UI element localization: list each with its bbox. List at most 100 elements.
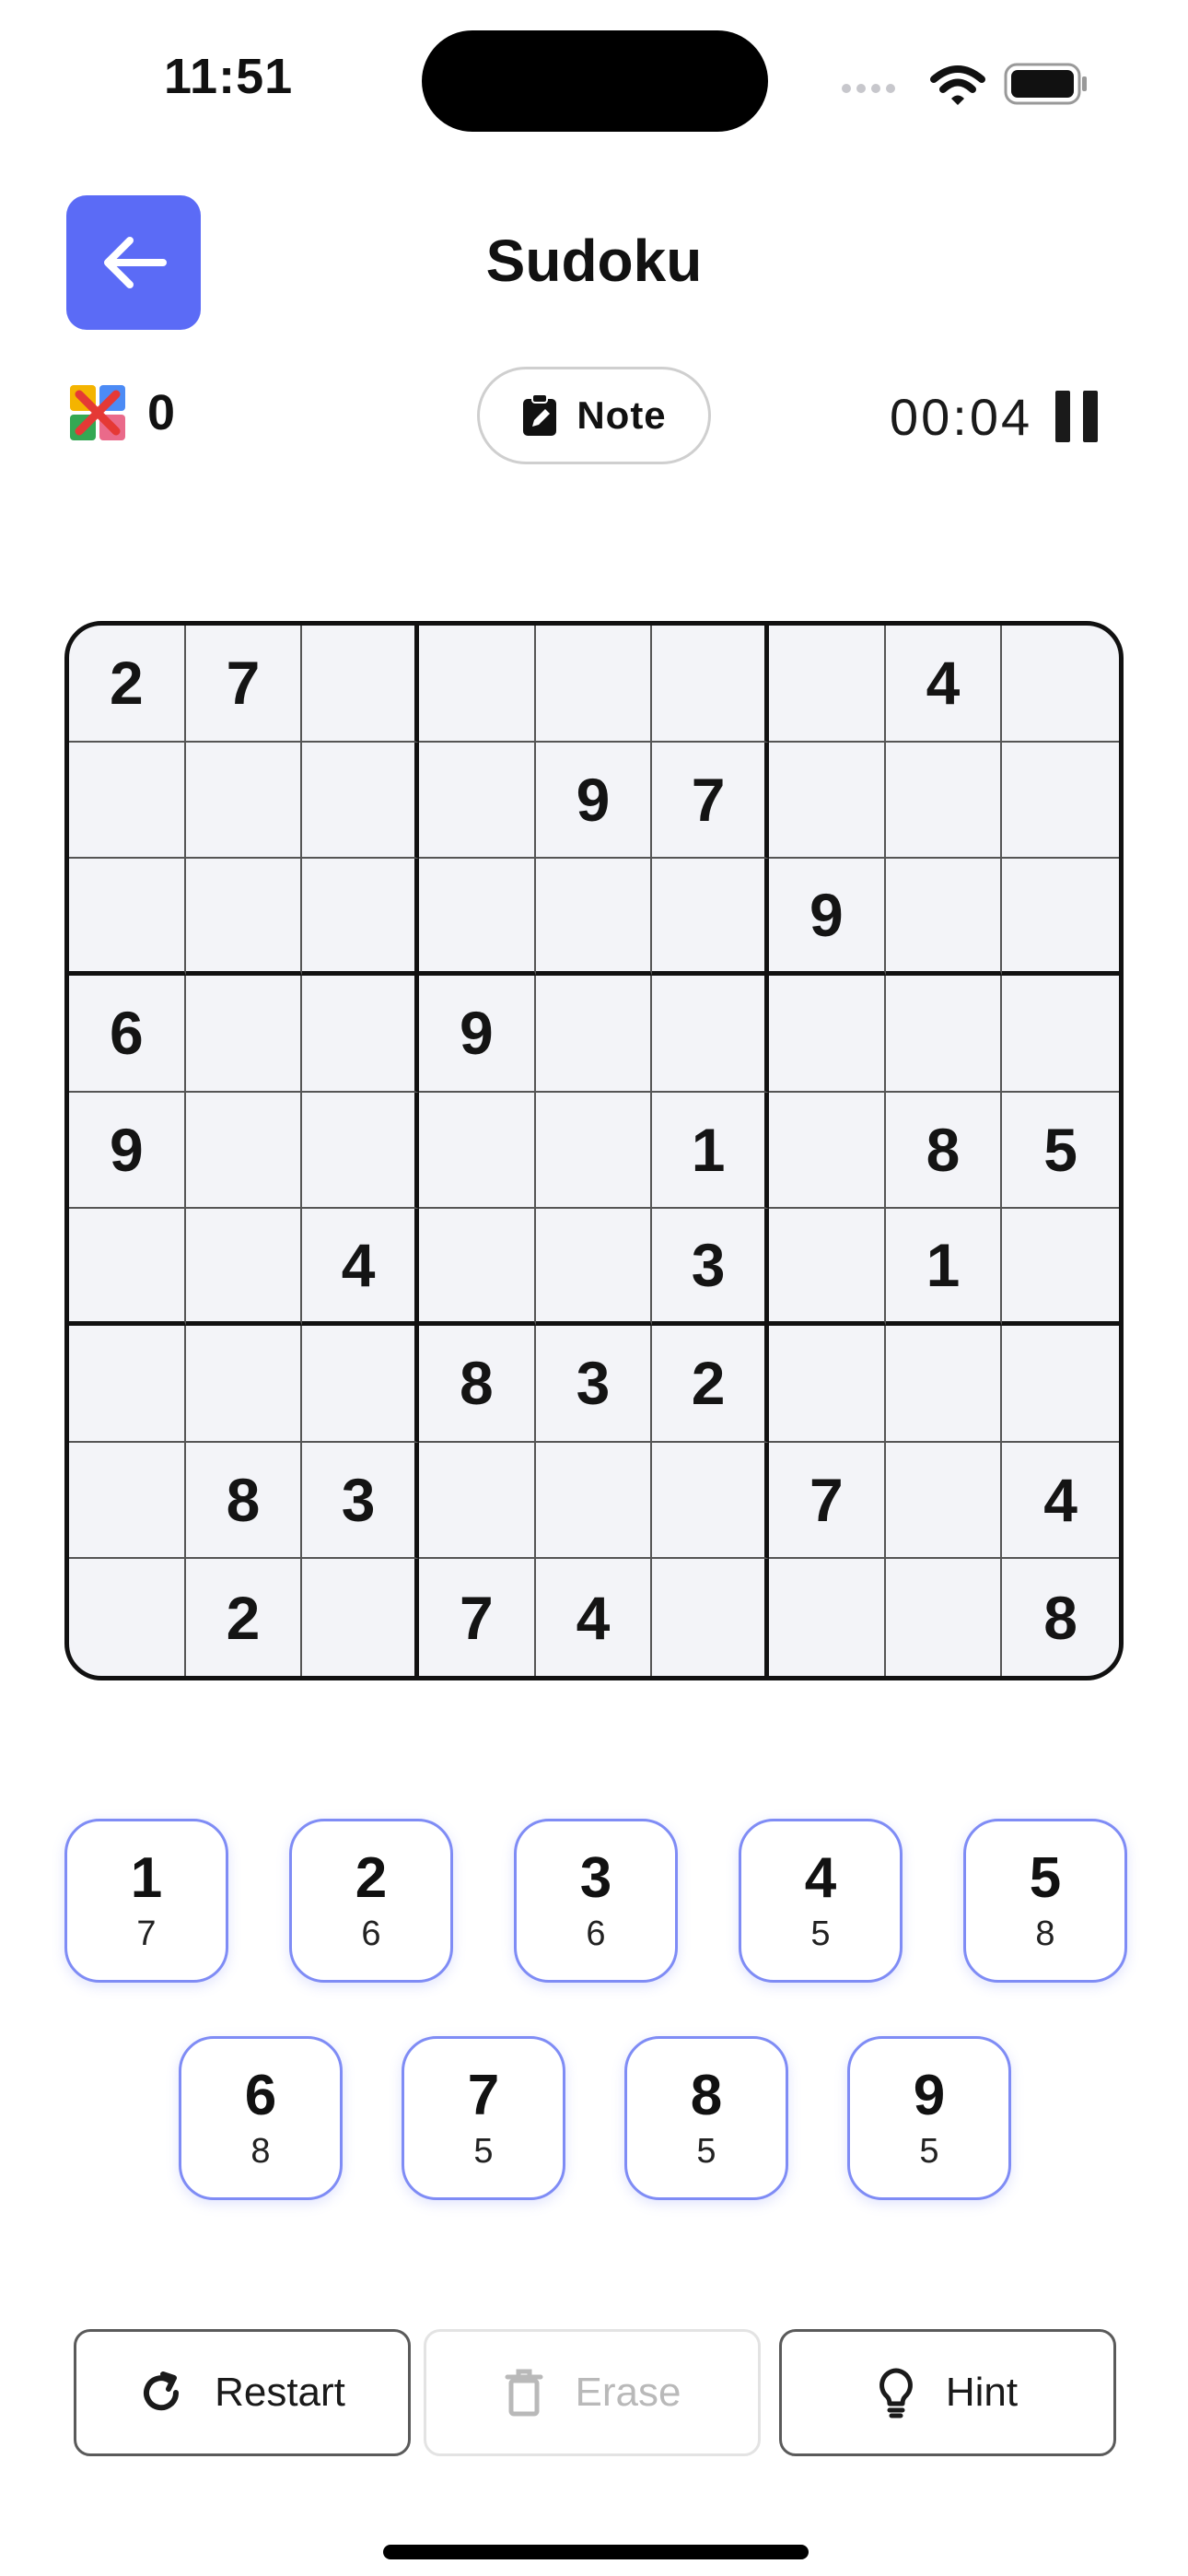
board-cell[interactable] [69,1325,186,1443]
restart-button[interactable]: Restart [74,2329,411,2456]
board-cell[interactable]: 7 [185,626,303,743]
board-cell[interactable]: 8 [1002,1559,1119,1676]
board-cell[interactable] [885,742,1003,860]
board-cell[interactable]: 9 [535,742,653,860]
board-cell[interactable] [768,742,886,860]
number-button-9[interactable]: 95 [847,2036,1011,2200]
board-cell[interactable] [69,742,186,860]
board-cell[interactable] [302,975,419,1093]
board-cell[interactable] [302,1559,419,1676]
board-cell[interactable]: 7 [652,742,769,860]
board-cell[interactable]: 1 [652,1092,769,1210]
board-cell[interactable] [69,1209,186,1326]
board-cell[interactable] [768,975,886,1093]
board-cell[interactable] [185,859,303,976]
erase-button[interactable]: Erase [424,2329,761,2456]
board-cell[interactable] [418,1209,536,1326]
board-cell[interactable] [769,1559,886,1676]
board-cell[interactable] [886,1559,1003,1676]
board-cell[interactable] [768,1325,886,1443]
board-cell[interactable]: 9 [418,975,536,1093]
status-time: 11:51 [164,49,294,104]
board-cell[interactable] [1002,1209,1119,1326]
board-cell[interactable] [69,1559,186,1676]
board-cell[interactable] [885,975,1003,1093]
board-cell[interactable]: 7 [419,1559,536,1676]
board-cell[interactable] [535,1209,653,1326]
board-cell[interactable] [885,859,1003,976]
number-button-4[interactable]: 45 [739,1819,903,1983]
number-button-8[interactable]: 85 [624,2036,788,2200]
board-cell[interactable] [302,1325,419,1443]
board-cell[interactable]: 8 [418,1325,536,1443]
board-cell[interactable] [652,975,769,1093]
number-digit: 4 [804,1846,837,1910]
board-cell[interactable] [185,1209,303,1326]
number-remaining-count: 5 [810,1914,831,1953]
board-cell[interactable] [535,626,653,743]
board-cell[interactable] [768,626,886,743]
board-cell[interactable]: 3 [535,1325,653,1443]
board-cell[interactable] [768,1092,886,1210]
board-cell[interactable]: 8 [885,1092,1003,1210]
pause-button[interactable] [1055,391,1101,442]
board-cell[interactable]: 5 [1002,1093,1119,1210]
board-cell[interactable] [418,859,536,976]
board-cell[interactable]: 2 [652,1325,769,1443]
board-cell[interactable]: 4 [536,1559,653,1676]
board-cell[interactable] [1002,976,1119,1093]
board-cell[interactable] [302,626,419,743]
hint-button[interactable]: Hint [779,2329,1116,2456]
board-cell[interactable]: 8 [185,1442,303,1560]
number-button-5[interactable]: 58 [963,1819,1127,1983]
board-cell[interactable] [768,1209,886,1326]
board-cell[interactable] [418,1442,536,1560]
board-cell[interactable]: 4 [302,1209,419,1326]
wifi-icon [930,65,985,105]
board-cell[interactable] [1002,743,1119,860]
board-cell[interactable] [418,1092,536,1210]
board-cell[interactable] [185,742,303,860]
board-cell[interactable] [652,859,769,976]
board-cell[interactable] [302,742,419,860]
board-cell[interactable] [185,975,303,1093]
board-cell[interactable] [535,1092,653,1210]
number-button-3[interactable]: 36 [514,1819,678,1983]
number-button-6[interactable]: 68 [179,2036,343,2200]
board-cell[interactable] [652,1442,769,1560]
board-cell[interactable] [1002,626,1119,743]
board-cell[interactable]: 7 [768,1442,886,1560]
board-cell[interactable]: 1 [885,1209,1003,1326]
board-cell[interactable] [1002,1326,1119,1443]
board-cell[interactable] [885,1325,1003,1443]
board-cell[interactable]: 6 [69,975,186,1093]
board-cell[interactable] [302,859,419,976]
number-button-1[interactable]: 17 [64,1819,228,1983]
board-cell[interactable] [652,1559,769,1676]
board-cell[interactable]: 2 [69,626,186,743]
board-cell[interactable] [535,1442,653,1560]
number-button-2[interactable]: 26 [289,1819,453,1983]
board-cell[interactable]: 3 [652,1209,769,1326]
board-cell[interactable] [418,626,536,743]
board-cell[interactable] [1002,859,1119,976]
board-cell[interactable]: 9 [768,859,886,976]
board-cell[interactable] [535,975,653,1093]
number-button-7[interactable]: 75 [402,2036,565,2200]
board-cell[interactable] [69,859,186,976]
board-cell[interactable] [69,1442,186,1560]
board-cell[interactable] [652,626,769,743]
number-remaining-count: 8 [1035,1914,1055,1953]
note-toggle-button[interactable]: Note [477,367,711,464]
board-cell[interactable] [185,1325,303,1443]
board-cell[interactable] [302,1092,419,1210]
board-cell[interactable] [185,1092,303,1210]
board-cell[interactable]: 9 [69,1092,186,1210]
board-cell[interactable] [885,1442,1003,1560]
board-cell[interactable]: 4 [885,626,1003,743]
board-cell[interactable]: 3 [302,1442,419,1560]
board-cell[interactable] [418,742,536,860]
board-cell[interactable]: 2 [186,1559,303,1676]
board-cell[interactable]: 4 [1002,1443,1119,1560]
board-cell[interactable] [535,859,653,976]
